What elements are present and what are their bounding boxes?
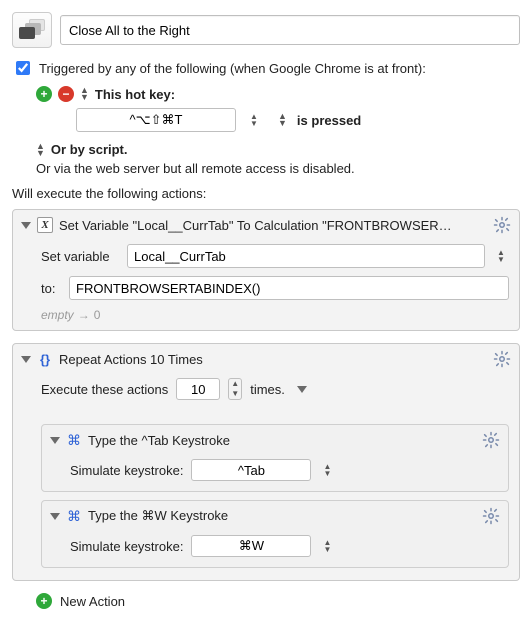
hotkey-mode-stepper[interactable] bbox=[246, 109, 262, 131]
repeat-options-toggle[interactable] bbox=[297, 386, 307, 393]
gear-icon[interactable] bbox=[482, 507, 500, 525]
keystroke-picker[interactable] bbox=[319, 535, 335, 557]
macro-name-input[interactable] bbox=[60, 15, 520, 45]
keystroke-icon: ⌘ bbox=[66, 432, 82, 448]
disclosure-toggle[interactable] bbox=[50, 513, 60, 520]
or-web-label: Or via the web server but all remote acc… bbox=[36, 161, 355, 176]
calculation-input[interactable] bbox=[69, 276, 509, 300]
calculation-result: empty→0 bbox=[41, 308, 509, 322]
action-title: Set Variable "Local__CurrTab" To Calcula… bbox=[59, 218, 487, 233]
gear-icon[interactable] bbox=[482, 431, 500, 449]
action-title: Repeat Actions 10 Times bbox=[59, 352, 487, 367]
actions-intro: Will execute the following actions: bbox=[12, 186, 520, 201]
simulate-label: Simulate keystroke: bbox=[70, 539, 183, 554]
variable-picker[interactable] bbox=[493, 245, 509, 267]
variable-name-input[interactable] bbox=[127, 244, 485, 268]
simulate-label: Simulate keystroke: bbox=[70, 463, 183, 478]
execute-label: Execute these actions bbox=[41, 382, 168, 397]
keystroke-input[interactable] bbox=[191, 459, 311, 481]
triggered-label: Triggered by any of the following (when … bbox=[39, 61, 426, 76]
hotkey-heading: This hot key: bbox=[95, 87, 175, 102]
keystroke-picker[interactable] bbox=[319, 459, 335, 481]
to-label: to: bbox=[41, 281, 61, 296]
repeat-count-input[interactable] bbox=[176, 378, 220, 400]
or-script-label: Or by script. bbox=[51, 142, 128, 157]
hotkey-input[interactable] bbox=[76, 108, 236, 132]
gear-icon[interactable] bbox=[493, 216, 511, 234]
keystroke-icon: ⌘ bbox=[66, 508, 82, 524]
or-script-stepper[interactable] bbox=[36, 143, 45, 157]
disclosure-toggle[interactable] bbox=[21, 356, 31, 363]
add-action-button[interactable]: + bbox=[36, 593, 52, 609]
disclosure-toggle[interactable] bbox=[21, 222, 31, 229]
repeat-count-stepper[interactable]: ▲▼ bbox=[228, 378, 242, 400]
trigger-type-stepper[interactable] bbox=[80, 87, 89, 101]
action-set-variable: X Set Variable "Local__CurrTab" To Calcu… bbox=[12, 209, 520, 331]
remove-trigger-button[interactable]: − bbox=[58, 86, 74, 102]
keystroke-input[interactable] bbox=[191, 535, 311, 557]
variable-icon: X bbox=[37, 217, 53, 233]
macro-icon[interactable] bbox=[12, 12, 52, 48]
add-trigger-button[interactable]: + bbox=[36, 86, 52, 102]
action-title: Type the ⌘W Keystroke bbox=[88, 508, 476, 524]
action-title: Type the ^Tab Keystroke bbox=[88, 433, 476, 448]
set-variable-label: Set variable bbox=[41, 249, 119, 264]
repeat-icon: {} bbox=[37, 351, 53, 367]
hotkey-state-stepper[interactable] bbox=[278, 113, 287, 127]
gear-icon[interactable] bbox=[493, 350, 511, 368]
action-type-keystroke-1: ⌘ Type the ^Tab Keystroke Simulate keyst… bbox=[41, 424, 509, 492]
times-label: times. bbox=[250, 382, 285, 397]
triggered-checkbox[interactable] bbox=[16, 61, 30, 75]
hotkey-state-label: is pressed bbox=[297, 113, 361, 128]
action-type-keystroke-2: ⌘ Type the ⌘W Keystroke Simulate keystro… bbox=[41, 500, 509, 568]
action-repeat: {} Repeat Actions 10 Times Execute these… bbox=[12, 343, 520, 581]
new-action-label: New Action bbox=[60, 594, 125, 609]
disclosure-toggle[interactable] bbox=[50, 437, 60, 444]
